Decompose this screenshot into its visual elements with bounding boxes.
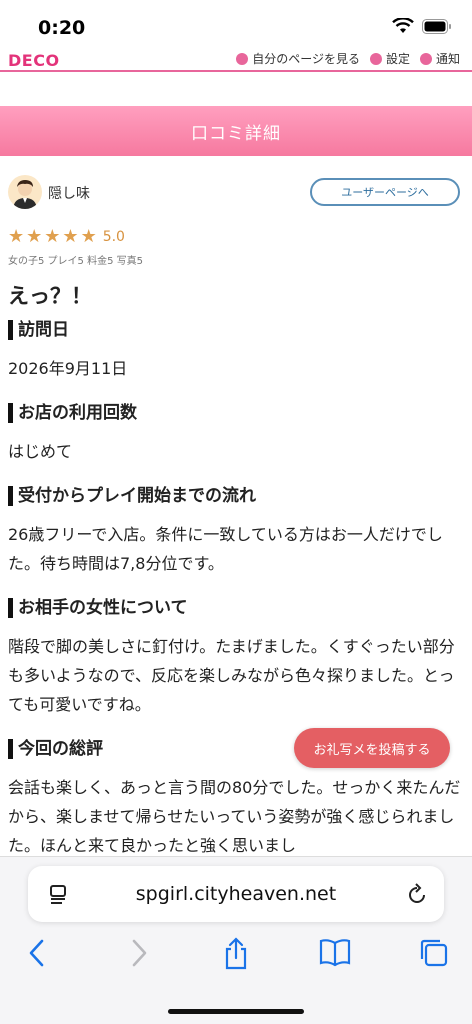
star-icon: ★ [80, 226, 97, 247]
user-page-button[interactable]: ユーザーページへ [310, 178, 460, 206]
browser-nav-toolbar [0, 937, 472, 977]
page-title-bar: 口コミ詳細 [0, 106, 472, 156]
section-heading-visit-date: 訪問日 [8, 320, 464, 340]
user-avatar-icon [13, 180, 37, 209]
bookmarks-icon[interactable] [318, 937, 352, 967]
section-body-flow: 26歳フリーで入店。条件に一致している方はお一人だけでした。待ち時間は7,8分位… [8, 525, 443, 573]
share-icon[interactable] [222, 937, 250, 971]
site-logo[interactable]: DECO [8, 51, 60, 70]
browser-toolbar: spgirl.cityheaven.net [0, 856, 472, 1024]
post-thanks-photo-button[interactable]: お礼写メを投稿する [294, 728, 450, 768]
section-heading-flow: 受付からプレイ開始までの流れ [8, 486, 464, 506]
person-icon [236, 52, 249, 65]
section-body-summary: 会話も楽しく、あっと言う間の80分でした。せっかく来たんだから、楽しませて帰らせ… [8, 778, 461, 855]
settings-link[interactable]: 設定 [369, 50, 410, 67]
star-icon: ★ [26, 226, 43, 247]
gear-icon [369, 52, 382, 65]
settings-link-label: 設定 [385, 52, 410, 66]
my-page-link-label: 自分のページを見る [252, 52, 360, 66]
section-heading-visit-count: お店の利用回数 [8, 403, 464, 423]
wifi-icon [392, 18, 414, 33]
star-icon: ★ [62, 226, 79, 247]
review-title: えっ？！ [8, 284, 92, 308]
battery-icon [422, 18, 451, 34]
star-icon: ★ [8, 226, 25, 247]
notifications-link-label: 通知 [435, 52, 460, 66]
rating-stars: ★ ★ ★ ★ ★ 5.0 [8, 228, 125, 246]
review-content: えっ？！ 訪問日 2026年9月11日 お店の利用回数 はじめて 受付からプレイ… [8, 280, 464, 880]
reviewer-name[interactable]: 隠し味 [48, 183, 90, 203]
page-title: 口コミ詳細 [191, 123, 281, 144]
star-icon: ★ [44, 226, 61, 247]
avatar[interactable] [8, 175, 42, 209]
url-text: spgirl.cityheaven.net [135, 883, 337, 905]
section-body-partner: 階段で脚の美しさに釘付け。たまげました。くすぐったい部分も多いようなので、反応を… [8, 637, 455, 714]
reload-icon[interactable] [406, 882, 428, 906]
status-icons [392, 18, 452, 34]
forward-icon[interactable] [128, 937, 150, 969]
section-body-visit-date: 2026年9月11日 [8, 359, 128, 378]
tabs-icon[interactable] [418, 937, 450, 969]
header-links: 自分のページを見る 設定 通知 [236, 50, 460, 67]
my-page-link[interactable]: 自分のページを見る [236, 50, 360, 67]
sub-scores: 女の子5 プレイ5 料金5 写真5 [8, 256, 143, 267]
bell-icon [419, 52, 432, 65]
address-bar[interactable]: spgirl.cityheaven.net [28, 866, 444, 922]
status-time: 0:20 [38, 17, 86, 39]
section-body-visit-count: はじめて [8, 442, 73, 461]
home-indicator [168, 1009, 304, 1014]
section-heading-partner: お相手の女性について [8, 598, 464, 618]
back-icon[interactable] [26, 937, 48, 969]
rating-value: 5.0 [102, 229, 125, 245]
site-header: DECO 自分のページを見る 設定 通知 [0, 46, 472, 72]
notifications-link[interactable]: 通知 [419, 50, 460, 67]
reviewer-row: 隠し味 ユーザーページへ [8, 175, 460, 211]
